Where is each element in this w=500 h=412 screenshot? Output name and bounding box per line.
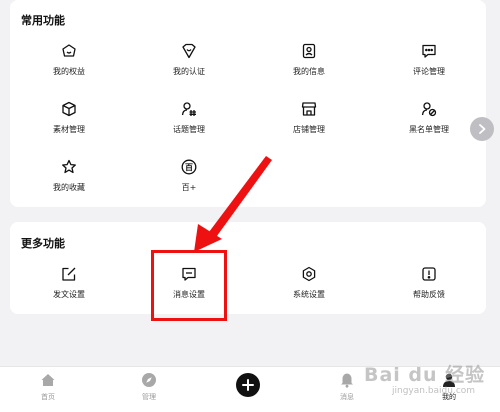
publish-plus-button[interactable] [236,373,260,397]
tab-label: 管理 [142,393,156,401]
compass-icon [142,373,156,387]
tab-manage[interactable]: 管理 [124,372,174,402]
baidu-watermark: Bai du 经验 jingyan.baidu.com [364,356,494,408]
plus-icon [242,379,254,391]
annotation-arrow [194,156,272,252]
watermark-url: jingyan.baidu.com [392,386,476,396]
tab-home[interactable]: 首页 [23,372,73,402]
tab-label: 首页 [41,393,55,401]
watermark-text: Bai du 经验 [364,364,486,386]
bell-icon [341,373,353,388]
home-icon [41,374,55,386]
